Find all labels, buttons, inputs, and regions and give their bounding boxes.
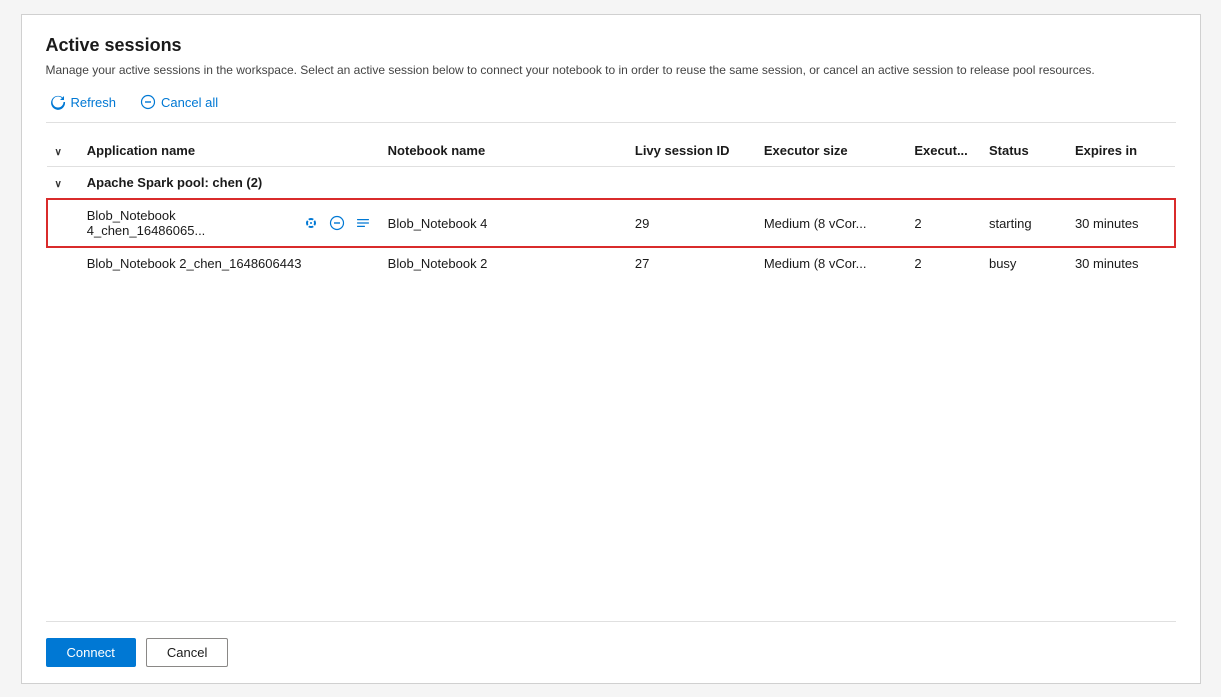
cancel-all-icon (140, 94, 156, 110)
toolbar: Refresh Cancel all (46, 92, 1176, 123)
col-header-livy: Livy session ID (627, 135, 756, 167)
col-header-status: Status (981, 135, 1067, 167)
table-row[interactable]: Blob_Notebook 2_chen_1648606443 Blob_Not… (47, 247, 1175, 279)
row1-appname-wrapper: Blob_Notebook 4_chen_16486065... (87, 208, 372, 238)
row1-status-cell: starting (981, 199, 1067, 247)
connect-button[interactable]: Connect (46, 638, 136, 667)
row2-chevron-cell (47, 247, 79, 279)
row2-executor-size-cell: Medium (8 vCor... (756, 247, 906, 279)
row1-exec-count-cell: 2 (906, 199, 981, 247)
group-chevron-cell: ∨ (47, 167, 79, 200)
row2-expires-cell: 30 minutes (1067, 247, 1175, 279)
row1-appname-text: Blob_Notebook 4_chen_16486065... (87, 208, 296, 238)
dialog-subtitle: Manage your active sessions in the works… (46, 62, 1176, 79)
row1-livy-cell: 29 (627, 199, 756, 247)
row1-executor-size-cell: Medium (8 vCor... (756, 199, 906, 247)
col-header-executor-size: Executor size (756, 135, 906, 167)
refresh-label: Refresh (71, 95, 117, 110)
row1-appname-cell: Blob_Notebook 4_chen_16486065... (79, 199, 380, 247)
footer-cancel-button[interactable]: Cancel (146, 638, 228, 667)
group-label-cell: Apache Spark pool: chen (2) (79, 167, 1175, 200)
row1-notebook-cell: Blob_Notebook 4 (380, 199, 627, 247)
row1-cancel-icon[interactable] (328, 214, 346, 232)
row2-livy-cell: 27 (627, 247, 756, 279)
row2-notebook-cell: Blob_Notebook 2 (380, 247, 627, 279)
col-header-appname: Application name (79, 135, 380, 167)
col-header-exec-count: Execut... (906, 135, 981, 167)
group-chevron-icon[interactable]: ∨ (55, 179, 62, 190)
row2-appname-cell: Blob_Notebook 2_chen_1648606443 (79, 247, 380, 279)
col-header-chevron: ∨ (47, 135, 79, 167)
active-sessions-dialog: Active sessions Manage your active sessi… (21, 14, 1201, 684)
col-header-expires: Expires in (1067, 135, 1175, 167)
dialog-footer: Connect Cancel (46, 621, 1176, 667)
row1-details-icon[interactable] (354, 214, 372, 232)
table-header-row: ∨ Application name Notebook name Livy se… (47, 135, 1175, 167)
col-header-notebook: Notebook name (380, 135, 627, 167)
refresh-icon (50, 94, 66, 110)
table-row[interactable]: Blob_Notebook 4_chen_16486065... (47, 199, 1175, 247)
row2-status-cell: busy (981, 247, 1067, 279)
row2-exec-count-cell: 2 (906, 247, 981, 279)
header-chevron-icon[interactable]: ∨ (55, 147, 62, 158)
sessions-table: ∨ Application name Notebook name Livy se… (46, 135, 1176, 279)
row1-connect-icon[interactable] (302, 214, 320, 232)
cancel-all-label: Cancel all (161, 95, 218, 110)
cancel-all-button[interactable]: Cancel all (136, 92, 222, 112)
row1-chevron-cell (47, 199, 79, 247)
dialog-title: Active sessions (46, 35, 1176, 56)
row1-action-icons (302, 214, 372, 232)
sessions-table-container: ∨ Application name Notebook name Livy se… (46, 135, 1176, 620)
row1-expires-cell: 30 minutes (1067, 199, 1175, 247)
group-header-row: ∨ Apache Spark pool: chen (2) (47, 167, 1175, 200)
refresh-button[interactable]: Refresh (46, 92, 121, 112)
